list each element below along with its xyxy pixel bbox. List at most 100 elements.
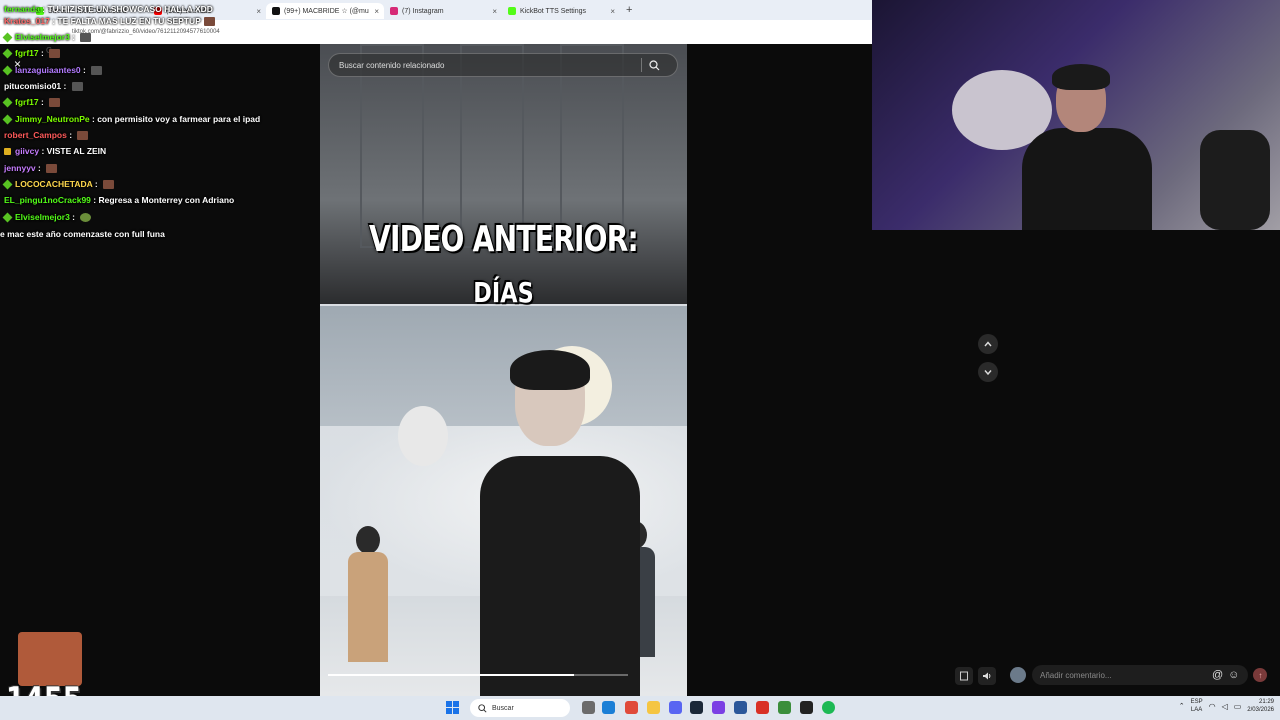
battery-icon[interactable]: ▭ <box>1234 702 1242 711</box>
sub-counter-avatar <box>18 632 82 686</box>
app-icon[interactable] <box>712 701 725 714</box>
emote-icon <box>49 49 61 59</box>
spotify-icon[interactable] <box>822 701 835 714</box>
emote-icon <box>203 17 215 27</box>
chat-separator: : <box>92 179 101 189</box>
close-tab-icon[interactable]: × <box>492 7 497 16</box>
chat-message: Elviselmejor3 : <box>2 212 92 223</box>
discord-icon[interactable] <box>669 701 682 714</box>
chat-message: pitucomisio01 : <box>4 81 83 92</box>
chat-badge-icon <box>2 212 13 223</box>
windows-start-icon[interactable] <box>446 701 459 714</box>
tab-label: (7) Instagram <box>402 7 444 15</box>
chat-username[interactable]: pitucomisio01 <box>4 81 61 91</box>
close-tab-icon[interactable]: × <box>374 7 379 16</box>
chat-username[interactable]: lanzaguiaantes0 <box>15 65 81 75</box>
chat-badge-icon <box>2 32 13 43</box>
emote-icon <box>46 164 58 174</box>
video-overlay-subtitle: DÍAS <box>473 276 534 309</box>
chat-username[interactable]: Elviselmejor3 <box>15 32 70 42</box>
chat-separator: : <box>80 65 89 75</box>
video-player[interactable]: VIDEO ANTERIOR: DÍAS <box>320 44 687 696</box>
taskbar-search[interactable]: Buscar <box>470 699 570 717</box>
tab-kickbot[interactable]: KickBot TTS Settings × <box>502 3 620 19</box>
chrome-icon[interactable] <box>625 701 638 714</box>
app-icon[interactable] <box>778 701 791 714</box>
lang-code: ESP <box>1190 699 1203 705</box>
volume-icon[interactable]: ◁ <box>1222 702 1228 711</box>
video-progress[interactable] <box>328 674 628 676</box>
chat-message: Kratos_017 : TE FALTA MAS LUZ EN TU SEPT… <box>4 16 215 27</box>
chat-separator: : <box>66 130 75 140</box>
chat-message: fgrf17 : <box>2 48 61 59</box>
app-icon[interactable] <box>756 701 769 714</box>
speaker-icon <box>983 672 991 680</box>
chat-username[interactable]: Kratos_017 <box>4 16 50 26</box>
chat-overlay: fernanda : TU HIZISTE UN SHOWCASO HALLA … <box>0 0 320 250</box>
emoji-icon[interactable]: ☺ <box>1228 669 1239 681</box>
emote-icon <box>80 213 92 223</box>
chat-username[interactable]: Jimmy_NeutronPe <box>15 114 90 124</box>
search-input[interactable] <box>337 59 641 71</box>
video-overlay-title: VIDEO ANTERIOR: <box>369 219 639 260</box>
chat-username[interactable]: LOCOCACHETADA <box>15 179 92 189</box>
new-tab-button[interactable]: + <box>626 4 632 16</box>
obs-icon[interactable] <box>800 701 813 714</box>
chat-username[interactable]: robert_Campos <box>4 130 67 140</box>
chat-badge-icon <box>2 97 13 108</box>
search-icon <box>478 703 487 713</box>
tab-instagram[interactable]: (7) Instagram × <box>384 3 502 19</box>
video-scene-party <box>320 306 687 696</box>
chat-username[interactable]: Elviselmejor3 <box>15 212 70 222</box>
emote-icon <box>71 82 83 92</box>
chat-username[interactable]: jennyyv <box>4 163 36 173</box>
background-kid <box>348 526 388 662</box>
chat-text: VISTE AL ZEIN <box>46 146 107 156</box>
search-icon[interactable] <box>642 53 666 77</box>
send-button[interactable]: ↑ <box>1253 668 1268 682</box>
steam-icon[interactable] <box>690 701 703 714</box>
chat-message: Elviselmejor3 : <box>2 32 92 43</box>
wifi-icon[interactable]: ◠ <box>1209 702 1216 711</box>
system-tray: ⌃ ESP LAA ◠ ◁ ▭ 21:29 2/03/2026 <box>1179 698 1274 714</box>
chevron-up-icon <box>984 341 992 347</box>
clock[interactable]: 21:29 2/03/2026 <box>1247 698 1274 714</box>
emote-icon <box>49 98 61 108</box>
chat-username[interactable]: giivcy <box>15 146 39 156</box>
close-icon[interactable]: × <box>14 57 21 71</box>
app-icon[interactable] <box>734 701 747 714</box>
chevron-down-icon <box>984 370 992 376</box>
comment-bar: @ ☺ ↑ <box>1010 664 1272 686</box>
language-indicator[interactable]: ESP LAA <box>1191 698 1203 714</box>
balloon <box>398 406 448 466</box>
chat-badge-icon <box>2 48 13 59</box>
chat-separator: : <box>61 81 69 91</box>
chat-message: giivcy : VISTE AL ZEIN <box>4 146 106 156</box>
kickbot-icon <box>508 7 516 15</box>
previous-video-button[interactable] <box>978 334 998 354</box>
close-tab-icon[interactable]: × <box>610 7 615 16</box>
chat-username[interactable]: fgrf17 <box>15 97 39 107</box>
chat-separator: : <box>35 163 44 173</box>
edge-icon[interactable] <box>602 701 615 714</box>
lang-layout: LAA <box>1190 707 1203 713</box>
next-video-button[interactable] <box>978 362 998 382</box>
task-view-icon[interactable] <box>582 701 595 714</box>
chevron-up-icon[interactable]: ⌃ <box>1179 702 1185 710</box>
volume-button[interactable] <box>978 667 996 685</box>
gaming-chair <box>1200 130 1270 230</box>
related-search-bar <box>328 53 678 77</box>
chat-text: TE FALTA MAS LUZ EN TU SEPTUP <box>57 16 201 26</box>
mention-icon[interactable]: @ <box>1212 669 1223 681</box>
captions-icon <box>960 671 968 681</box>
chat-text: Regresa a Monterrey con Adriano <box>98 195 235 205</box>
chat-separator: : <box>69 212 78 222</box>
chat-username[interactable]: EL_pingu1noCrack99 <box>4 195 91 205</box>
date: 2/03/2026 <box>1247 707 1274 713</box>
chat-badge-icon <box>2 179 13 190</box>
chat-username[interactable]: fernanda <box>4 4 40 14</box>
captions-button[interactable] <box>955 667 973 685</box>
file-explorer-icon[interactable] <box>647 701 660 714</box>
chat-separator: : <box>38 97 47 107</box>
video-scene-ceiling <box>320 44 687 304</box>
